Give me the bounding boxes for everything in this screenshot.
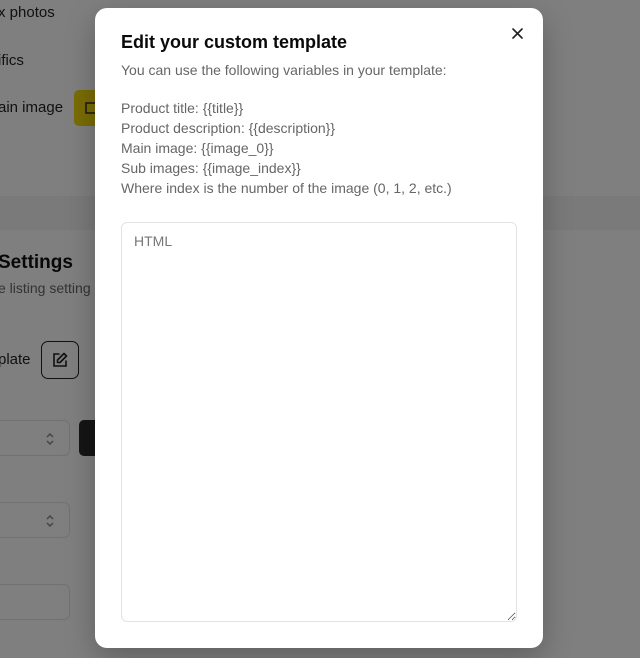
variable-item: Sub images: {{image_index}} xyxy=(121,160,301,176)
html-template-input[interactable] xyxy=(121,222,517,622)
close-icon xyxy=(511,27,523,39)
close-button[interactable] xyxy=(509,25,525,41)
dialog-description: You can use the following variables in y… xyxy=(121,62,447,78)
variable-item: Product description: {{description}} xyxy=(121,120,336,136)
edit-template-dialog: Edit your custom template You can use th… xyxy=(95,8,543,648)
variable-note: Where index is the number of the image (… xyxy=(121,180,452,196)
variable-list: Product title: {{title}} Product descrip… xyxy=(121,98,452,198)
variable-item: Product title: {{title}} xyxy=(121,100,244,116)
dialog-title: Edit your custom template xyxy=(121,32,348,52)
variable-item: Main image: {{image_0}} xyxy=(121,140,274,156)
